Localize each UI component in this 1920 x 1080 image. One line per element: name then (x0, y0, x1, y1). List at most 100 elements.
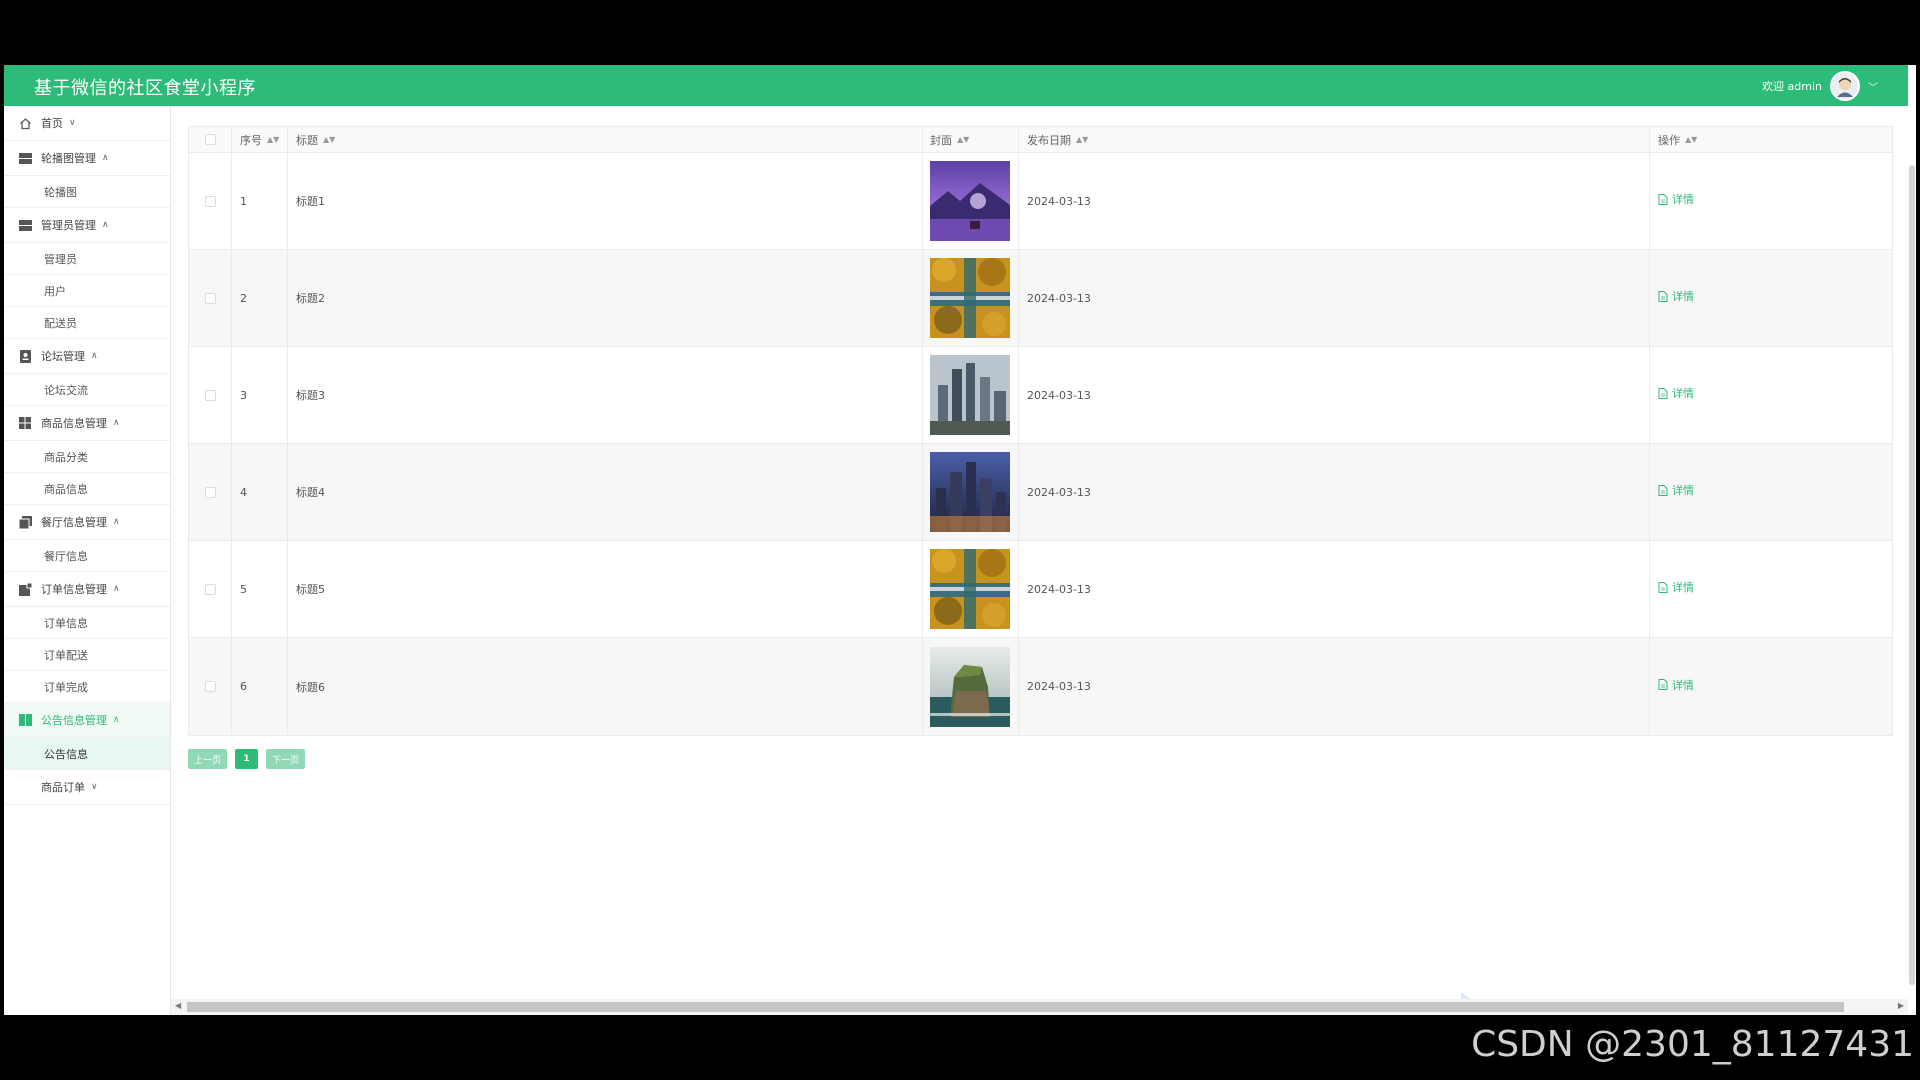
row-checkbox[interactable] (204, 195, 216, 207)
scrollbar-thumb[interactable] (1909, 165, 1915, 985)
row-date: 2024-03-13 (1019, 638, 1650, 735)
sidebar-subitem[interactable]: 商品分类 (4, 441, 170, 473)
vertical-scrollbar[interactable] (1908, 65, 1916, 1015)
document-icon (1658, 193, 1668, 205)
next-page-button[interactable]: 下一页 (266, 749, 305, 769)
avatar[interactable] (1830, 71, 1860, 101)
sidebar-subitem[interactable]: 论坛交流 (4, 374, 170, 406)
cover-image[interactable] (930, 452, 1010, 532)
cover-image[interactable] (930, 161, 1010, 241)
sidebar-item-forum-mgmt[interactable]: 论坛管理 ∧ (4, 339, 170, 374)
document-icon (1658, 290, 1668, 302)
row-title: 标题3 (288, 347, 923, 443)
scroll-left-icon[interactable]: ◀ (175, 1001, 181, 1010)
cover-image[interactable] (930, 258, 1010, 338)
detail-button[interactable]: 详情 (1658, 288, 1694, 304)
column-header-title[interactable]: 标题 ▲▼ (288, 127, 923, 152)
chevron-up-icon: ∧ (113, 517, 120, 527)
table-row: 4 标题4 2024-03-13 详情 (189, 444, 1892, 541)
row-title: 标题5 (288, 541, 923, 637)
row-index: 2 (232, 250, 288, 346)
home-icon (18, 116, 32, 130)
sidebar-item-restaurant-mgmt[interactable]: 餐厅信息管理 ∧ (4, 505, 170, 540)
chevron-up-icon: ∧ (91, 351, 98, 361)
column-header-action[interactable]: 操作 ▲▼ (1650, 127, 1892, 152)
sidebar-subitem[interactable]: 订单配送 (4, 639, 170, 671)
row-date: 2024-03-13 (1019, 347, 1650, 443)
column-header-index[interactable]: 序号 ▲▼ (232, 127, 288, 152)
grid-icon (18, 416, 32, 430)
chevron-down-icon: ∨ (69, 118, 76, 128)
sort-icon[interactable]: ▲▼ (1076, 135, 1088, 144)
sidebar-subitem[interactable]: 轮播图 (4, 176, 170, 208)
sort-icon[interactable]: ▲▼ (267, 135, 279, 144)
scrollbar-thumb[interactable] (187, 1002, 1844, 1012)
chevron-down-icon: ∨ (91, 782, 98, 792)
notice-table: 序号 ▲▼ 标题 ▲▼ 封面 ▲▼ 发布日期 ▲▼ 操作 ▲▼ 1 标题1 20… (188, 126, 1893, 736)
detail-button[interactable]: 详情 (1658, 579, 1694, 595)
row-date: 2024-03-13 (1019, 444, 1650, 540)
sidebar-subitem[interactable]: 管理员 (4, 243, 170, 275)
sidebar-subitem[interactable]: 订单信息 (4, 607, 170, 639)
chevron-up-icon: ∧ (113, 418, 120, 428)
row-index: 4 (232, 444, 288, 540)
cover-image[interactable] (930, 549, 1010, 629)
sidebar-item-notice-mgmt[interactable]: 公告信息管理 ∧ (4, 703, 170, 738)
user-avatar-icon (1837, 78, 1853, 97)
sidebar-subitem[interactable]: 订单完成 (4, 671, 170, 703)
app-title: 基于微信的社区食堂小程序 (34, 78, 256, 99)
detail-button[interactable]: 详情 (1658, 191, 1694, 207)
app-window: 基于微信的社区食堂小程序 欢迎 admin ﹀ 首页 ∨ 轮播图管理 ∧ 轮播图… (4, 65, 1908, 1015)
table-row: 5 标题5 2024-03-13 详情 (189, 541, 1892, 638)
table-row: 3 标题3 2024-03-13 详情 (189, 347, 1892, 444)
sidebar-item-banner-mgmt[interactable]: 轮播图管理 ∧ (4, 141, 170, 176)
chevron-up-icon: ∧ (102, 220, 109, 230)
column-header-cover[interactable]: 封面 ▲▼ (923, 127, 1019, 152)
user-menu[interactable]: 欢迎 admin ﹀ (1762, 71, 1878, 101)
detail-button[interactable]: 详情 (1658, 385, 1694, 401)
table-row: 1 标题1 2024-03-13 详情 (189, 153, 1892, 250)
sort-icon[interactable]: ▲▼ (957, 135, 969, 144)
sidebar-item-home[interactable]: 首页 ∨ (4, 106, 170, 141)
row-title: 标题2 (288, 250, 923, 346)
pagination: 上一页 1 下一页 (188, 749, 305, 769)
sort-icon[interactable]: ▲▼ (323, 135, 335, 144)
detail-button[interactable]: 详情 (1658, 482, 1694, 498)
page-number-button[interactable]: 1 (235, 749, 258, 769)
sidebar-subitem-active[interactable]: 公告信息 (4, 738, 170, 770)
detail-button[interactable]: 详情 (1658, 677, 1694, 693)
scroll-right-icon[interactable]: ▶ (1898, 1001, 1904, 1010)
table-header: 序号 ▲▼ 标题 ▲▼ 封面 ▲▼ 发布日期 ▲▼ 操作 ▲▼ (189, 127, 1892, 153)
chevron-down-icon[interactable]: ﹀ (1868, 79, 1878, 94)
sidebar-item-order-mgmt[interactable]: 订单信息管理 ∧ (4, 572, 170, 607)
sidebar-item-goods-mgmt[interactable]: 商品信息管理 ∧ (4, 406, 170, 441)
row-checkbox[interactable] (204, 292, 216, 304)
sidebar-subitem[interactable]: 餐厅信息 (4, 540, 170, 572)
column-header-date[interactable]: 发布日期 ▲▼ (1019, 127, 1650, 152)
sort-icon[interactable]: ▲▼ (1685, 135, 1697, 144)
row-index: 6 (232, 638, 288, 735)
row-checkbox[interactable] (204, 681, 216, 692)
select-all-checkbox[interactable] (204, 134, 216, 145)
chevron-up-icon: ∧ (113, 584, 120, 594)
document-icon (1658, 679, 1668, 690)
cover-image[interactable] (930, 646, 1010, 727)
horizontal-scrollbar[interactable]: ◀ ▶ (171, 999, 1908, 1015)
prev-page-button[interactable]: 上一页 (188, 749, 227, 769)
header-checkbox-cell (189, 127, 232, 152)
sidebar-subitem[interactable]: 用户 (4, 275, 170, 307)
document-icon (1658, 484, 1668, 496)
row-title: 标题6 (288, 638, 923, 735)
sidebar-item-goods-order[interactable]: 商品订单 ∨ (4, 770, 170, 805)
row-checkbox[interactable] (204, 389, 216, 401)
chevron-up-icon: ∧ (102, 153, 109, 163)
row-checkbox[interactable] (204, 486, 216, 498)
sidebar-subitem[interactable]: 配送员 (4, 307, 170, 339)
sidebar-subitem[interactable]: 商品信息 (4, 473, 170, 505)
sidebar-item-admin-mgmt[interactable]: 管理员管理 ∧ (4, 208, 170, 243)
document-icon (1658, 581, 1668, 593)
list-icon (18, 151, 32, 165)
row-checkbox[interactable] (204, 583, 216, 595)
cover-image[interactable] (930, 355, 1010, 435)
welcome-text: 欢迎 admin (1762, 80, 1822, 93)
